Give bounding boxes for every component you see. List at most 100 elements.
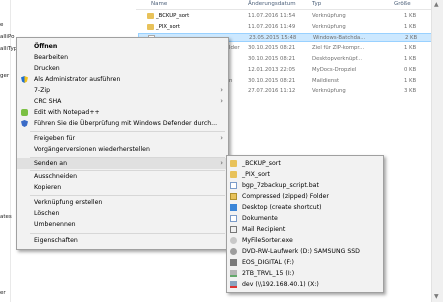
- send-to-item-label: Mail Recipient: [242, 226, 286, 233]
- file-date: 11.07.2016 11:54: [248, 13, 296, 19]
- context-menu: Öffnen Bearbeiten Drucken Als Administra…: [16, 37, 229, 250]
- column-header-row: Name Änderungsdatum Typ Größe: [136, 0, 432, 10]
- file-size: 3 KB: [404, 88, 417, 94]
- menu-item-send-to[interactable]: Senden an ›: [17, 158, 228, 169]
- file-type: Verknüpfung: [312, 88, 346, 94]
- send-to-item[interactable]: DVD-RW-Laufwerk (D:) SAMSUNG SSD: [227, 246, 383, 257]
- submenu-arrow-icon: ›: [220, 97, 223, 105]
- menu-item-print[interactable]: Drucken: [17, 63, 228, 74]
- scroll-up-arrow-icon[interactable]: ▲: [434, 1, 439, 8]
- folder-shortcut-icon: [147, 13, 154, 19]
- hard-drive-icon: [230, 270, 237, 277]
- nav-fragment[interactable]: ates: [0, 214, 12, 220]
- column-header-date[interactable]: Änderungsdatum: [248, 1, 296, 7]
- nav-fragment[interactable]: alliPo: [0, 34, 14, 40]
- send-to-item-label: _PIX_sort: [242, 171, 270, 178]
- file-type: MyDocs-Dropziel: [312, 67, 357, 73]
- mail-icon: [230, 226, 237, 233]
- menu-separator: [30, 195, 225, 196]
- menu-item-share-with[interactable]: Freigeben für ›: [17, 133, 228, 144]
- menu-item-rename[interactable]: Umbenennen: [17, 219, 228, 230]
- send-to-item[interactable]: dev (\\192.168.40.1) (X:): [227, 279, 383, 290]
- send-to-item[interactable]: _PIX_sort: [227, 169, 383, 180]
- menu-item-crc-sha[interactable]: CRC SHA ›: [17, 96, 228, 107]
- nav-fragment[interactable]: er: [0, 290, 6, 296]
- file-size: 1 KB: [404, 13, 417, 19]
- file-type: Verknüpfung: [312, 24, 346, 30]
- menu-item-copy[interactable]: Kopieren: [17, 182, 228, 193]
- menu-item-defender-scan[interactable]: Führen Sie die Überprüfung mit Windows D…: [17, 118, 228, 129]
- column-header-size[interactable]: Größe: [394, 1, 411, 7]
- send-to-item[interactable]: EOS_DIGITAL (F:): [227, 257, 383, 268]
- uac-shield-icon: [21, 76, 28, 83]
- file-name: _BCKUP_sort: [156, 13, 190, 19]
- menu-separator: [30, 233, 225, 234]
- file-date: 27.07.2016 11:12: [248, 88, 296, 94]
- menu-item-label: Als Administrator ausführen: [34, 76, 121, 83]
- send-to-item[interactable]: Dokumente: [227, 213, 383, 224]
- menu-item-delete[interactable]: Löschen: [17, 208, 228, 219]
- file-type: Maildienst: [312, 78, 340, 84]
- windows-defender-icon: [21, 120, 28, 127]
- column-header-type[interactable]: Typ: [312, 1, 321, 7]
- file-type: Verknüpfung: [312, 13, 346, 19]
- file-size: 1 KB: [404, 24, 417, 30]
- menu-item-restore-previous-versions[interactable]: Vorgängerversionen wiederherstellen: [17, 144, 228, 155]
- submenu-arrow-icon: ›: [220, 159, 223, 167]
- scroll-down-arrow-icon[interactable]: ▼: [434, 293, 439, 300]
- folder-icon: [230, 171, 237, 178]
- menu-item-notepad-plus-plus[interactable]: Edit with Notepad++: [17, 107, 228, 118]
- menu-item-label: Bearbeiten: [34, 54, 68, 61]
- folder-icon: [230, 160, 237, 167]
- usb-drive-icon: [230, 259, 237, 266]
- column-header-name[interactable]: Name: [151, 1, 167, 7]
- menu-item-open[interactable]: Öffnen: [17, 41, 228, 52]
- menu-item-label: Edit with Notepad++: [34, 109, 100, 116]
- menu-item-label: 7-Zip: [34, 87, 51, 94]
- send-to-item[interactable]: bgp_7zbackup_script.bat: [227, 180, 383, 191]
- vertical-scrollbar[interactable]: ▲ ▼: [431, 0, 443, 302]
- file-type: Windows-Batchda...: [313, 35, 366, 41]
- file-size: 1 KB: [404, 78, 417, 84]
- file-name: _PIX_sort: [156, 24, 180, 30]
- menu-item-7zip[interactable]: 7-Zip ›: [17, 85, 228, 96]
- menu-item-label: Öffnen: [34, 43, 58, 50]
- send-to-item[interactable]: Desktop (create shortcut): [227, 202, 383, 213]
- submenu-arrow-icon: ›: [220, 134, 223, 142]
- file-date: 12.01.2013 22:05: [248, 67, 296, 73]
- nav-fragment[interactable]: alliTyp: [0, 46, 17, 52]
- menu-item-edit[interactable]: Bearbeiten: [17, 52, 228, 63]
- menu-item-create-shortcut[interactable]: Verknüpfung erstellen: [17, 197, 228, 208]
- documents-icon: [230, 215, 237, 222]
- menu-item-label: Umbenennen: [34, 221, 76, 228]
- partial-text: n: [229, 78, 233, 84]
- menu-item-label: Kopieren: [34, 184, 62, 191]
- file-date: 11.07.2016 11:49: [248, 24, 296, 30]
- batch-file-icon: [230, 182, 237, 189]
- menu-item-label: Führen Sie die Überprüfung mit Windows D…: [34, 120, 218, 127]
- send-to-item-label: MyFileSorter.exe: [242, 237, 293, 244]
- menu-item-run-as-admin[interactable]: Als Administrator ausführen: [17, 74, 228, 85]
- file-row[interactable]: _BCKUP_sort 11.07.2016 11:54 Verknüpfung…: [138, 12, 432, 21]
- file-date: 30.10.2015 08:21: [248, 56, 296, 62]
- send-to-item[interactable]: Compressed (zipped) Folder: [227, 191, 383, 202]
- submenu-arrow-icon: ›: [220, 86, 223, 94]
- send-to-item[interactable]: _BCKUP_sort: [227, 158, 383, 169]
- send-to-item[interactable]: Mail Recipient: [227, 224, 383, 235]
- menu-item-label: Vorgängerversionen wiederherstellen: [34, 146, 150, 153]
- send-to-item[interactable]: 2TB_TRVL_15 (I:): [227, 268, 383, 279]
- menu-separator: [30, 131, 225, 132]
- file-date: 23.05.2015 15:48: [249, 35, 297, 41]
- menu-item-cut[interactable]: Ausschneiden: [17, 171, 228, 182]
- nav-fragment[interactable]: ger: [0, 73, 9, 79]
- menu-item-label: Löschen: [34, 210, 60, 217]
- menu-item-label: Freigeben für: [34, 135, 76, 142]
- network-drive-icon: [230, 281, 237, 288]
- send-to-item-label: EOS_DIGITAL (F:): [242, 259, 294, 266]
- file-type: Ziel für ZIP-kompr...: [312, 45, 365, 51]
- send-to-item[interactable]: MyFileSorter.exe: [227, 235, 383, 246]
- nav-fragment[interactable]: e: [0, 22, 3, 28]
- file-row[interactable]: _PIX_sort 11.07.2016 11:49 Verknüpfung 1…: [138, 23, 432, 32]
- menu-item-properties[interactable]: Eigenschaften: [17, 235, 228, 246]
- send-to-submenu: _BCKUP_sort _PIX_sort bgp_7zbackup_scrip…: [226, 155, 384, 293]
